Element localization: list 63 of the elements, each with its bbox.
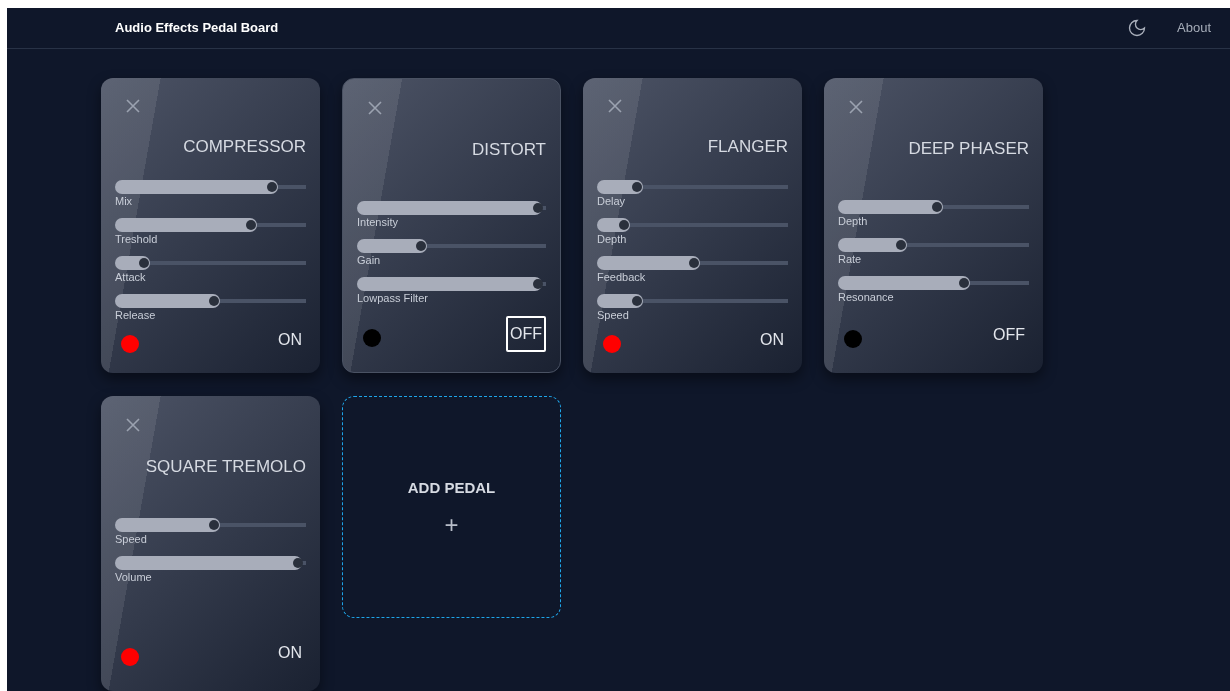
slider-label: Intensity [357,215,399,229]
slider-thumb[interactable] [959,277,970,288]
close-icon[interactable] [367,99,385,117]
slider-label: Depth [597,232,628,246]
slider-track[interactable] [838,199,1029,214]
slider-label: Mix [115,194,134,208]
slider-label: Speed [597,308,630,322]
pedal-title: COMPRESSOR [182,136,306,158]
add-pedal-button[interactable]: ADD PEDAL + [342,396,561,618]
close-icon[interactable] [848,98,866,116]
slider-fill [838,237,907,252]
slider-thumb[interactable] [245,219,256,230]
slider-thumb[interactable] [533,278,544,289]
slider-label: Gain [357,253,382,267]
slider-label: Feedback [597,270,647,284]
slider-label: Treshold [115,232,159,246]
slider-thumb[interactable] [416,240,427,251]
pedal-title: DISTORT [471,139,546,161]
slider-track[interactable] [115,217,306,232]
slider-thumb[interactable] [618,219,629,230]
slider-track[interactable] [115,293,306,308]
close-icon[interactable] [125,416,143,434]
pedal-title: FLANGER [706,136,788,158]
moon-icon[interactable] [1127,18,1147,38]
slider-label: Release [115,308,157,322]
slider-thumb[interactable] [209,295,220,306]
app-title: Audio Effects Pedal Board [115,19,279,38]
slider-fill [357,238,428,253]
slider-track[interactable] [838,275,1029,290]
power-toggle[interactable]: ON [274,321,306,358]
slider-track[interactable] [597,255,788,270]
close-icon[interactable] [125,98,143,114]
close-icon[interactable] [607,98,625,114]
slider-label: Delay [597,194,627,208]
slider-thumb[interactable] [896,239,906,250]
pedal-title: SQUARE TREMOLO [144,456,306,478]
slider-thumb[interactable] [932,201,943,212]
power-toggle[interactable]: OFF [506,316,546,352]
pedal-title: DEEP PHASER [907,138,1029,160]
slider-fill [597,179,644,194]
slider-fill [597,293,644,308]
slider-thumb[interactable] [632,181,643,192]
slider-label: Lowpass Filter [357,291,429,305]
slider-thumb[interactable] [533,202,544,213]
power-toggle[interactable]: ON [274,635,306,671]
slider-label: Depth [838,214,869,228]
slider-thumb[interactable] [632,295,643,306]
slider-label: Rate [838,252,863,266]
slider-thumb[interactable] [209,519,220,530]
slider-label: Volume [115,570,153,584]
add-pedal-label: ADD PEDAL [407,477,496,498]
slider-thumb[interactable] [293,557,304,568]
plus-icon: + [444,513,459,538]
slider-track[interactable] [115,517,306,532]
slider-thumb[interactable] [266,181,277,192]
slider-label: Resonance [838,290,895,304]
slider-label: Speed [115,532,148,546]
power-toggle[interactable]: ON [756,321,788,358]
about-link[interactable]: About [1177,18,1211,38]
power-toggle[interactable]: OFF [989,317,1029,353]
slider-thumb[interactable] [689,257,700,268]
slider-thumb[interactable] [138,257,149,268]
slider-label: Attack [115,270,147,284]
